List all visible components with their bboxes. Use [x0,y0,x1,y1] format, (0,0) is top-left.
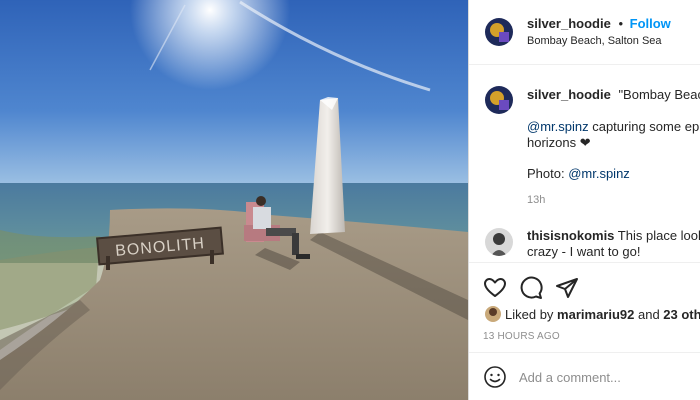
avatar-image [485,18,513,46]
header-username[interactable]: silver_hoodie [527,16,611,31]
post-details-panel: silver_hoodie • Follow Bombay Beach, Sal… [468,0,700,400]
caption-username[interactable]: silver_hoodie [527,87,611,102]
caption-mention[interactable]: @mr.spinz [527,119,589,134]
photo-label: Photo: [527,166,569,181]
caption-text: "Bombay Beach [618,87,700,102]
share-icon[interactable] [555,276,579,300]
add-comment-input[interactable]: Add a comment... [519,370,621,385]
likes-suffix: and [634,307,664,322]
caption-line2-text: capturing some epi [588,119,700,134]
caption-line-2: @mr.spinz capturing some epi [527,119,700,134]
avatar[interactable] [485,18,513,46]
comment-text-1: This place look [614,228,700,243]
commenter-avatar[interactable] [485,228,513,256]
caption-photo-credit: Photo: @mr.spinz [527,166,630,181]
caption-line-1: silver_hoodie "Bombay Beach [527,87,700,102]
post-photo[interactable]: BONOLITH [0,0,468,400]
liker-avatar[interactable] [485,306,501,322]
liker-avatar-image [485,306,501,322]
likes-prefix: Liked by [505,307,558,322]
follow-button[interactable]: Follow [630,16,671,31]
comment-username[interactable]: thisisnokomis [527,228,614,243]
location-link[interactable]: Bombay Beach, Salton Sea [527,35,662,47]
comment-divider [469,352,700,353]
likes-others[interactable]: 23 othe [663,307,700,322]
header-dot: • [618,16,623,31]
caption-time[interactable]: 13h [527,194,545,206]
commenter-avatar-image [485,228,513,256]
emoji-icon[interactable] [483,365,507,389]
heart-icon[interactable] [483,276,507,300]
comment-line-2: crazy - I want to go! [527,244,641,259]
comment-line-1: thisisnokomis This place look [527,228,700,243]
comment-icon[interactable] [519,276,543,300]
likes-user[interactable]: marimariu92 [557,307,634,322]
caption-line-3: horizons ❤ [527,135,591,150]
photo-mention[interactable]: @mr.spinz [568,166,630,181]
post-timestamp[interactable]: 13 HOURS AGO [483,331,560,342]
caption-avatar-image [485,86,513,114]
likes-line: Liked by marimariu92 and 23 othe [505,307,700,322]
post-image: BONOLITH [0,0,468,400]
post-header: silver_hoodie • Follow Bombay Beach, Sal… [469,0,700,65]
caption-avatar[interactable] [485,86,513,114]
actions-divider [469,262,700,263]
